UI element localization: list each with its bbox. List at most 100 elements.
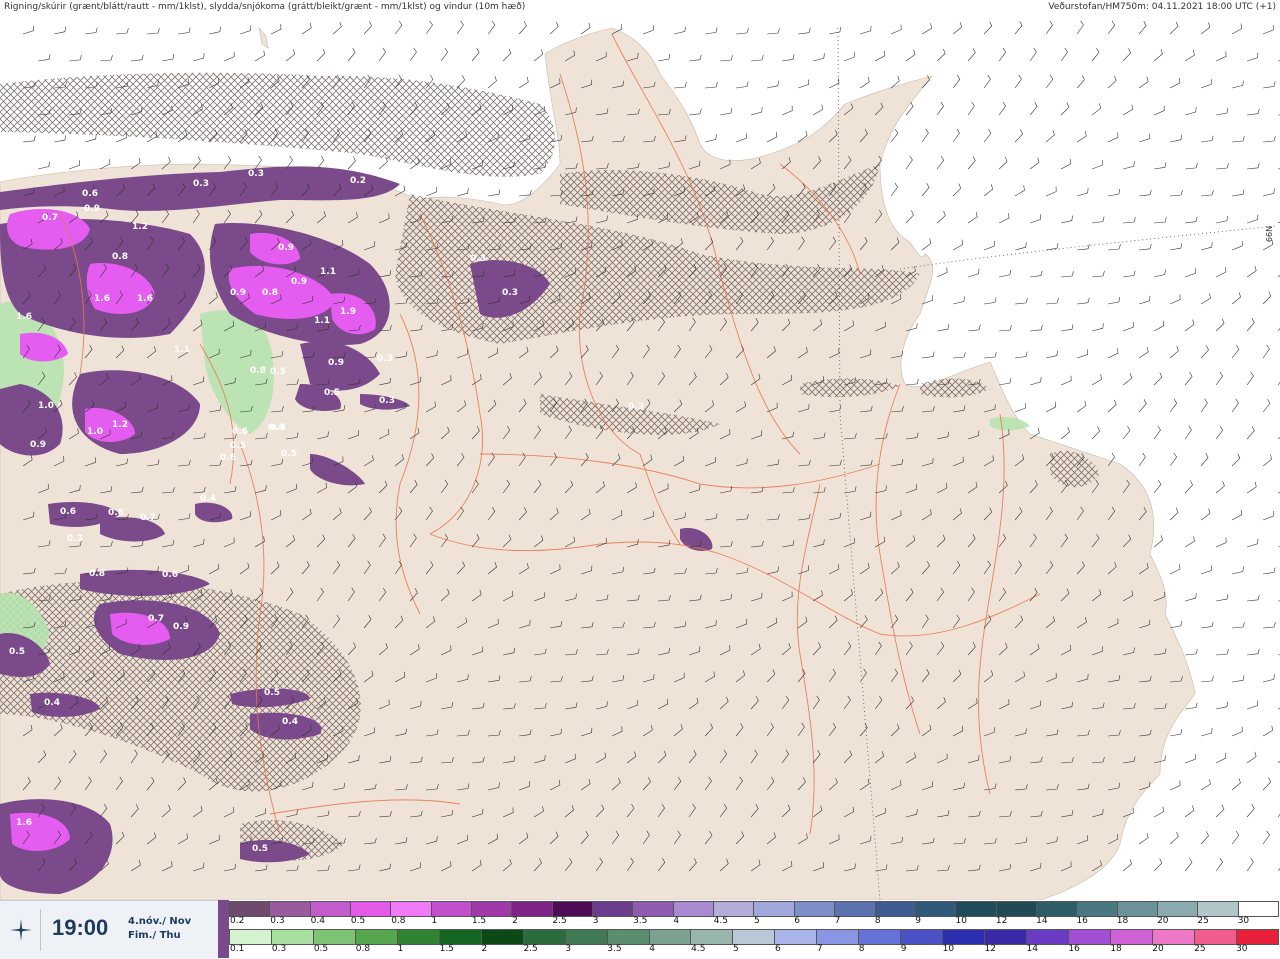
wind-barb: [1045, 129, 1055, 143]
wind-barb: [1107, 399, 1117, 413]
wind-barb: [1154, 217, 1167, 224]
precip-value-label: 1.6: [94, 294, 110, 304]
wind-barb: [1061, 271, 1074, 278]
precip-value-label: 0.3: [298, 157, 314, 167]
scale-label: 9: [915, 916, 921, 926]
wind-barb: [1216, 215, 1228, 224]
scale-swatch: [859, 930, 902, 944]
wind-barb: [1138, 21, 1147, 35]
wind-barb: [735, 133, 747, 143]
scale-label: 3.5: [607, 944, 622, 954]
scale-swatch: [1117, 902, 1158, 916]
weather-map[interactable]: 66N 0.3 0.3 0.3 0.2 0.6 0.7 0.9 1.2 0.8 1.6 1.6 1.6…: [0, 14, 1280, 900]
wind-barb: [1246, 857, 1254, 872]
wind-barb: [905, 210, 914, 224]
wind-barb: [1215, 318, 1225, 332]
wind-barb: [1232, 189, 1245, 197]
scale-swatch: [397, 930, 440, 944]
wind-barb: [922, 351, 935, 359]
wind-barb: [1184, 268, 1196, 278]
wind-barb: [1200, 345, 1209, 359]
scale-swatch: [512, 902, 553, 916]
wind-barb: [890, 24, 902, 35]
wind-barb: [999, 378, 1012, 386]
wind-barb: [1246, 265, 1257, 278]
scale-label: 0.5: [350, 916, 366, 926]
wind-barb: [1232, 136, 1245, 143]
precip-value-label: 0.5: [264, 688, 280, 698]
wind-barb: [1201, 135, 1214, 143]
wind-barb: [456, 20, 464, 35]
wind-barb: [921, 128, 929, 143]
wind-barb: [1108, 244, 1121, 251]
precip-value-label: 0.3: [248, 169, 264, 179]
scale-swatch: [481, 930, 524, 944]
wind-barb: [1201, 190, 1214, 197]
wind-barb: [860, 25, 872, 35]
wind-barb: [131, 54, 144, 62]
wind-barb: [1231, 830, 1240, 845]
wind-barb: [1091, 103, 1102, 116]
scale-label: 14: [1036, 916, 1048, 926]
wind-barb: [1231, 292, 1241, 305]
wind-barb: [1046, 243, 1059, 251]
scale-swatch: [754, 902, 795, 916]
wind-barb: [1060, 47, 1068, 62]
forecast-time: 19:00: [52, 915, 109, 940]
wind-barb: [689, 54, 702, 62]
wind-barb: [798, 79, 810, 89]
wind-barb: [347, 156, 356, 170]
scale-label: 2.5: [552, 916, 567, 926]
wind-barb: [1169, 294, 1181, 305]
wind-barb: [1153, 320, 1165, 332]
wind-barb: [85, 134, 97, 143]
wind-barb: [967, 48, 976, 62]
wind-barb: [1060, 427, 1070, 440]
wind-barb: [705, 82, 718, 89]
wind-barb: [936, 155, 945, 170]
wind-barb: [936, 48, 946, 62]
wind-barb: [1262, 777, 1272, 791]
precip-value-label: 0.3: [628, 402, 644, 412]
scale-label: 3: [592, 916, 599, 926]
scale-label: 1: [397, 944, 404, 954]
wind-barb: [1139, 243, 1152, 251]
scale-label: 10: [942, 944, 955, 954]
wind-barb: [1185, 216, 1198, 224]
wind-barb: [952, 128, 960, 143]
wind-barb: [1108, 296, 1121, 305]
wind-barb: [1200, 508, 1211, 521]
latitude-label: 66N: [1265, 226, 1274, 242]
scale-label: 1: [431, 916, 438, 926]
precip-value-label: 0.7: [140, 513, 156, 523]
scale-swatch: [875, 902, 916, 916]
scale-swatch: [649, 930, 692, 944]
wind-barb: [1262, 398, 1271, 413]
precip-value-label: 0.4: [282, 717, 298, 727]
precip-value-label: 0.7: [42, 213, 58, 223]
wind-barb: [1122, 425, 1131, 440]
wind-barb: [1122, 48, 1132, 62]
precip-value-label: 1.6: [137, 294, 153, 304]
wind-barb: [983, 74, 991, 89]
scale-label: 1.5: [439, 944, 454, 954]
wind-barb: [487, 75, 497, 89]
wind-barb: [1185, 106, 1197, 116]
scale-swatch: [472, 902, 513, 916]
precip-value-label: 1.6: [16, 818, 32, 828]
scale-swatch: [1238, 902, 1278, 916]
wind-barb: [983, 184, 994, 197]
wind-barb: [1076, 400, 1087, 413]
wind-barb: [1154, 162, 1167, 170]
wind-barb: [1263, 622, 1276, 629]
scale-label: 18: [1116, 916, 1129, 926]
wind-barb: [1091, 426, 1100, 440]
wind-barb: [1030, 214, 1041, 224]
land-area: [0, 27, 1196, 900]
wind-barb: [1014, 74, 1022, 89]
wind-barb: [178, 27, 191, 35]
wind-barb: [1123, 217, 1136, 224]
precip-value-label: 0.8: [108, 508, 124, 518]
precip-value-label: 0.6: [232, 427, 248, 437]
precip-value-label: 1.1: [174, 345, 190, 355]
